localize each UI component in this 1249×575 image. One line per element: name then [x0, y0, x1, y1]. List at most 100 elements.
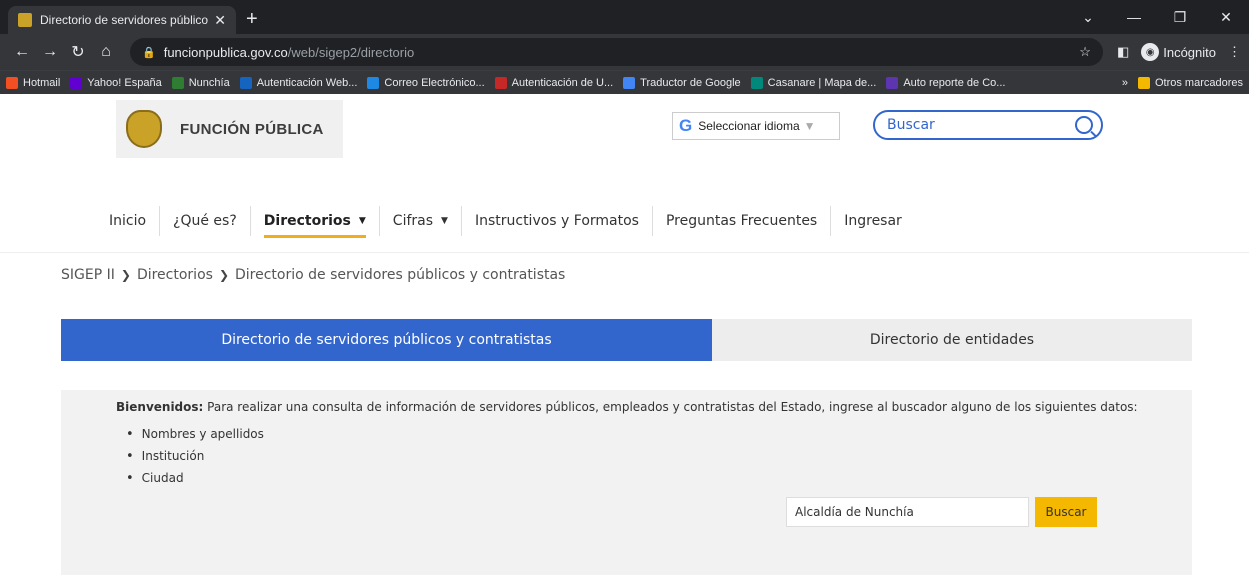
language-selector[interactable]: G Seleccionar idioma ▼ [672, 112, 840, 140]
bookmark-item[interactable]: Casanare | Mapa de... [750, 76, 877, 89]
bookmarks-overflow[interactable]: » [1122, 77, 1128, 89]
bookmark-star-icon[interactable]: ☆ [1079, 44, 1091, 60]
bookmark-label: Yahoo! España [87, 76, 162, 89]
bookmark-label: Autenticación de U... [511, 76, 614, 89]
chevron-right-icon: ❯ [120, 268, 131, 282]
bookmark-item[interactable]: Auto reporte de Co... [886, 76, 1006, 89]
breadcrumb: SIGEP II ❯ Directorios ❯ Directorio de s… [61, 267, 565, 283]
incognito-icon: ◉ [1141, 43, 1160, 61]
welcome-bold: Bienvenidos: [116, 400, 204, 414]
other-bookmarks[interactable]: Otros marcadores [1137, 76, 1243, 89]
menu-icon[interactable]: ⋮ [1228, 44, 1241, 60]
tab-servidores[interactable]: Directorio de servidores públicos y cont… [61, 319, 712, 361]
bookmark-label: Autenticación Web... [256, 76, 358, 89]
favicon-icon [18, 13, 32, 27]
nav-que-es[interactable]: ¿Qué es? [159, 206, 250, 236]
lock-icon[interactable]: 🔒 [142, 46, 156, 59]
main-nav: Inicio ¿Qué es? Directorios ▼ Cifras ▼ Ins… [96, 206, 915, 238]
nav-inicio[interactable]: Inicio [96, 206, 159, 236]
bookmark-label: Correo Electrónico... [384, 76, 485, 89]
other-bookmarks-label: Otros marcadores [1154, 76, 1243, 89]
bookmark-label: Nunchía [188, 76, 230, 89]
back-icon[interactable]: ← [8, 43, 36, 61]
tab-entidades[interactable]: Directorio de entidades [712, 319, 1192, 361]
list-item: Nombres y apellidos [126, 423, 264, 445]
forward-icon[interactable]: → [36, 43, 64, 61]
directory-search-input[interactable] [786, 497, 1029, 527]
search-button[interactable]: Buscar [1035, 497, 1097, 527]
nav-label: Directorios [263, 213, 351, 229]
nav-cifras[interactable]: Cifras ▼ [378, 206, 461, 236]
home-icon[interactable]: ⌂ [92, 43, 120, 61]
bookmark-favicon-icon [750, 76, 763, 89]
bookmark-item[interactable]: Autenticación de U... [494, 76, 614, 89]
bookmark-item[interactable]: Nunchía [171, 76, 230, 89]
tab-search-icon[interactable]: ⌄ [1065, 0, 1111, 34]
nav-label: ¿Qué es? [173, 213, 237, 229]
nav-label: Cifras [392, 213, 434, 229]
bookmark-favicon-icon [171, 76, 184, 89]
nav-label: Preguntas Frecuentes [665, 213, 818, 229]
nav-label: Ingresar [844, 213, 902, 229]
site-logo[interactable]: FUNCIÓN PÚBLICA [116, 100, 343, 158]
directory-tabs: Directorio de servidores públicos y cont… [61, 319, 1192, 361]
restore-icon[interactable]: ❐ [1157, 0, 1203, 34]
chevron-right-icon: ❯ [218, 268, 229, 282]
bookmark-item[interactable]: Correo Electrónico... [367, 76, 485, 89]
criteria-list: Nombres y apellidos Institución Ciudad [126, 423, 264, 489]
nav-preguntas[interactable]: Preguntas Frecuentes [651, 206, 830, 236]
breadcrumb-current: Directorio de servidores públicos y cont… [235, 267, 566, 283]
welcome-body: Para realizar una consulta de informació… [203, 400, 1138, 414]
coat-of-arms-icon [126, 110, 162, 148]
bookmark-label: Traductor de Google [640, 76, 741, 89]
bookmark-favicon-icon [6, 76, 18, 89]
site-search-input[interactable] [887, 117, 1075, 133]
nav-directorios[interactable]: Directorios ▼ [249, 206, 379, 238]
profile-label: Incógnito [1163, 44, 1216, 60]
divider [0, 252, 1249, 253]
bookmark-favicon-icon [367, 76, 380, 89]
minimize-icon[interactable]: — [1111, 0, 1157, 34]
browser-tab[interactable]: Directorio de servidores públicos ✕ [8, 6, 236, 34]
bookmark-favicon-icon [70, 76, 83, 89]
toolbar-right: ◧ ◉ Incógnito ⋮ [1117, 43, 1241, 61]
chevron-down-icon: ▼ [358, 216, 366, 226]
brand-name: FUNCIÓN PÚBLICA [180, 120, 324, 138]
language-label: Seleccionar idioma [698, 119, 800, 133]
close-tab-icon[interactable]: ✕ [214, 12, 226, 29]
search-panel: Bienvenidos: Para realizar una consulta … [61, 390, 1192, 575]
breadcrumb-directorios[interactable]: Directorios [137, 267, 213, 283]
bookmarks-bar: Hotmail Yahoo! España Nunchía Autenticación… [0, 70, 1249, 94]
url-path: /web/sigep2/directorio [287, 44, 415, 60]
browser-tab-strip: Directorio de servidores públicos ✕ + ⌄ … [0, 0, 1249, 34]
bookmark-label: Casanare | Mapa de... [767, 76, 877, 89]
breadcrumb-sigep[interactable]: SIGEP II [61, 267, 115, 283]
tab-title: Directorio de servidores públicos [40, 13, 209, 27]
bookmark-item[interactable]: Hotmail [6, 76, 61, 89]
language-caret: ▼ [803, 119, 816, 133]
search-icon[interactable] [1075, 116, 1093, 134]
list-item: Ciudad [126, 467, 264, 489]
incognito-indicator[interactable]: ◉ Incógnito [1141, 43, 1216, 61]
reload-icon[interactable]: ↻ [64, 42, 92, 62]
side-panel-icon[interactable]: ◧ [1117, 44, 1129, 60]
browser-toolbar: ← → ↻ ⌂ 🔒 funcionpublica.gov.co /web/sig… [0, 34, 1249, 70]
close-window-icon[interactable]: ✕ [1203, 0, 1249, 34]
bookmark-label: Hotmail [23, 76, 61, 89]
address-bar[interactable]: 🔒 funcionpublica.gov.co /web/sigep2/dire… [130, 38, 1103, 66]
list-item: Institución [126, 445, 264, 467]
folder-icon [1137, 76, 1150, 89]
welcome-text: Bienvenidos: Para realizar una consulta … [116, 400, 1138, 414]
nav-instructivos[interactable]: Instructivos y Formatos [460, 206, 652, 236]
bookmark-item[interactable]: Yahoo! España [70, 76, 162, 89]
bookmark-item[interactable]: Traductor de Google [623, 76, 741, 89]
bookmark-favicon-icon [239, 76, 252, 89]
nav-ingresar[interactable]: Ingresar [830, 206, 915, 236]
bookmark-favicon-icon [886, 76, 899, 89]
bookmark-label: Auto reporte de Co... [903, 76, 1006, 89]
new-tab-icon[interactable]: + [246, 8, 258, 31]
google-icon: G [679, 116, 693, 135]
bookmark-item[interactable]: Autenticación Web... [239, 76, 358, 89]
url-host: funcionpublica.gov.co [163, 44, 288, 60]
nav-label: Instructivos y Formatos [474, 213, 639, 229]
